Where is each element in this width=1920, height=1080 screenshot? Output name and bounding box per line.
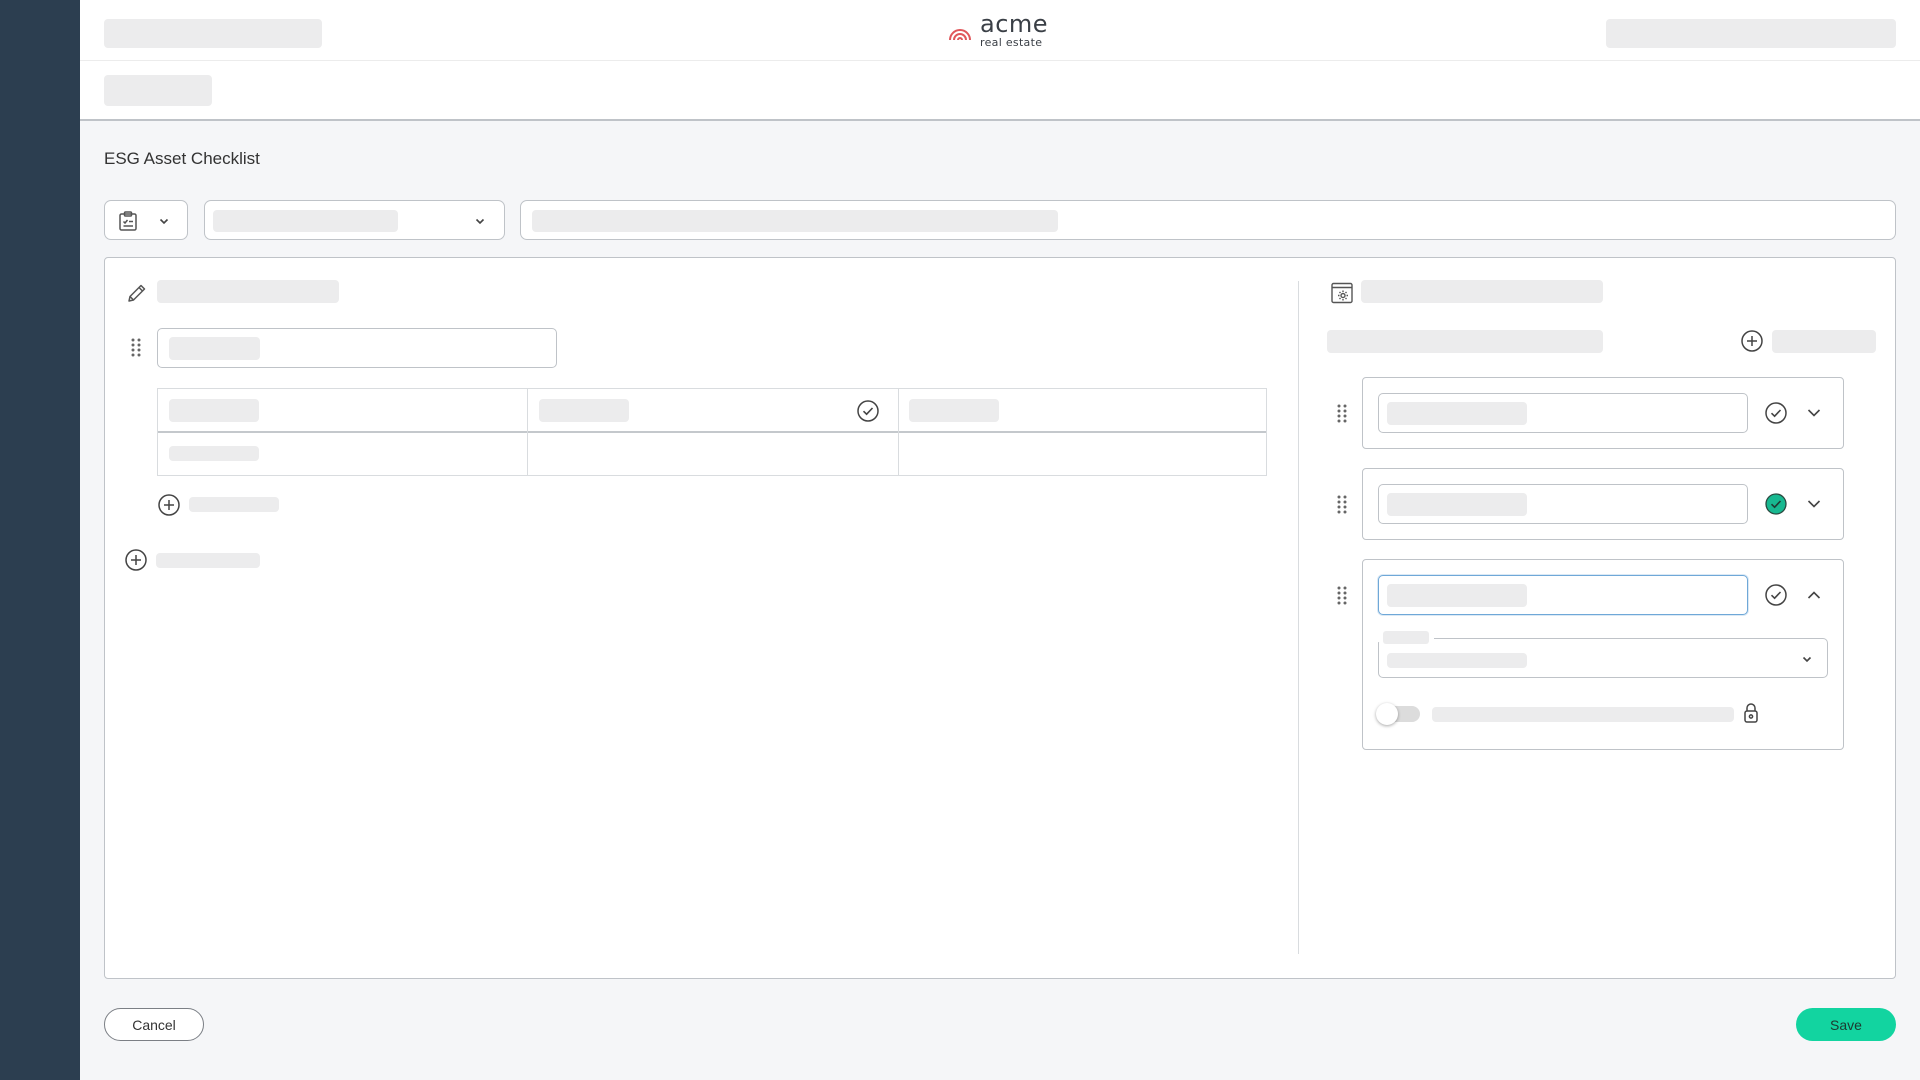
clipboard-check-icon bbox=[119, 211, 137, 231]
add-option-label-placeholder[interactable] bbox=[1772, 330, 1876, 353]
breadcrumb-placeholder[interactable] bbox=[104, 75, 212, 106]
add-group-label-placeholder[interactable] bbox=[156, 553, 260, 568]
drag-handle-icon[interactable] bbox=[1336, 494, 1348, 514]
table-header-cell-placeholder[interactable] bbox=[169, 399, 259, 422]
floating-label-placeholder bbox=[1383, 631, 1429, 644]
table-column-divider bbox=[527, 389, 528, 475]
checklist-name-input[interactable] bbox=[520, 200, 1896, 240]
check-circle-icon[interactable] bbox=[856, 399, 880, 423]
option-name-input[interactable] bbox=[1378, 484, 1748, 524]
sub-header bbox=[80, 61, 1920, 121]
group-name-value-placeholder bbox=[169, 337, 260, 360]
check-circle-filled-icon[interactable] bbox=[1764, 492, 1788, 516]
lock-icon[interactable] bbox=[1741, 701, 1761, 725]
category-select-value-placeholder bbox=[213, 210, 398, 232]
table-row-cell-placeholder bbox=[169, 446, 259, 461]
chevron-down-icon[interactable] bbox=[1806, 496, 1822, 512]
drag-handle-icon[interactable] bbox=[1336, 585, 1348, 605]
chevron-up-icon[interactable] bbox=[1806, 587, 1822, 603]
checklist-table bbox=[157, 388, 1267, 476]
chevron-down-icon bbox=[1802, 656, 1812, 663]
header-right-placeholder[interactable] bbox=[1606, 19, 1896, 48]
page-title: ESG Asset Checklist bbox=[104, 149, 260, 168]
option-name-value-placeholder bbox=[1387, 493, 1527, 516]
settings-title-placeholder bbox=[1361, 280, 1603, 303]
option-name-input-focused[interactable] bbox=[1378, 575, 1748, 615]
add-row-label-placeholder[interactable] bbox=[189, 497, 279, 512]
group-name-input[interactable] bbox=[157, 328, 557, 368]
check-circle-icon[interactable] bbox=[1764, 583, 1788, 607]
pencil-icon bbox=[128, 284, 146, 302]
header-left-placeholder bbox=[104, 19, 322, 48]
chevron-down-icon bbox=[475, 218, 485, 225]
option-name-value-placeholder bbox=[1387, 584, 1527, 607]
check-circle-icon[interactable] bbox=[1764, 401, 1788, 425]
settings-window-icon bbox=[1331, 282, 1353, 304]
logo-mark-icon bbox=[949, 29, 971, 41]
panel-divider bbox=[1298, 281, 1299, 954]
logo-wordmark: acme bbox=[980, 10, 1049, 38]
table-header-cell-placeholder[interactable] bbox=[539, 399, 629, 422]
plus-circle-icon[interactable] bbox=[157, 493, 181, 517]
cancel-button[interactable]: Cancel bbox=[104, 1008, 204, 1041]
option-toggle[interactable] bbox=[1376, 703, 1420, 725]
chevron-down-icon[interactable] bbox=[1806, 405, 1822, 421]
option-name-input[interactable] bbox=[1378, 393, 1748, 433]
save-button[interactable]: Save bbox=[1796, 1008, 1896, 1041]
table-header-divider bbox=[158, 431, 1266, 433]
toggle-label-placeholder bbox=[1432, 707, 1734, 722]
brand-logo: acme real estate bbox=[946, 10, 1049, 49]
category-select[interactable] bbox=[204, 200, 505, 240]
option-type-value-placeholder bbox=[1387, 653, 1527, 668]
chevron-down-icon bbox=[159, 218, 169, 225]
drag-handle-icon[interactable] bbox=[130, 337, 142, 357]
toggle-knob bbox=[1376, 703, 1398, 725]
drag-handle-icon[interactable] bbox=[1336, 403, 1348, 423]
checklist-name-value-placeholder bbox=[532, 210, 1058, 232]
plus-circle-icon[interactable] bbox=[1740, 329, 1764, 353]
sidebar bbox=[0, 0, 80, 1080]
section-title-placeholder bbox=[157, 280, 339, 303]
table-header-cell-placeholder[interactable] bbox=[909, 399, 999, 422]
logo-tagline: real estate bbox=[980, 36, 1043, 49]
settings-subtitle-placeholder bbox=[1327, 330, 1603, 353]
option-type-select[interactable] bbox=[1378, 638, 1828, 678]
plus-circle-icon[interactable] bbox=[124, 548, 148, 572]
table-column-divider bbox=[898, 389, 899, 475]
option-name-value-placeholder bbox=[1387, 402, 1527, 425]
template-dropdown[interactable] bbox=[104, 200, 188, 240]
